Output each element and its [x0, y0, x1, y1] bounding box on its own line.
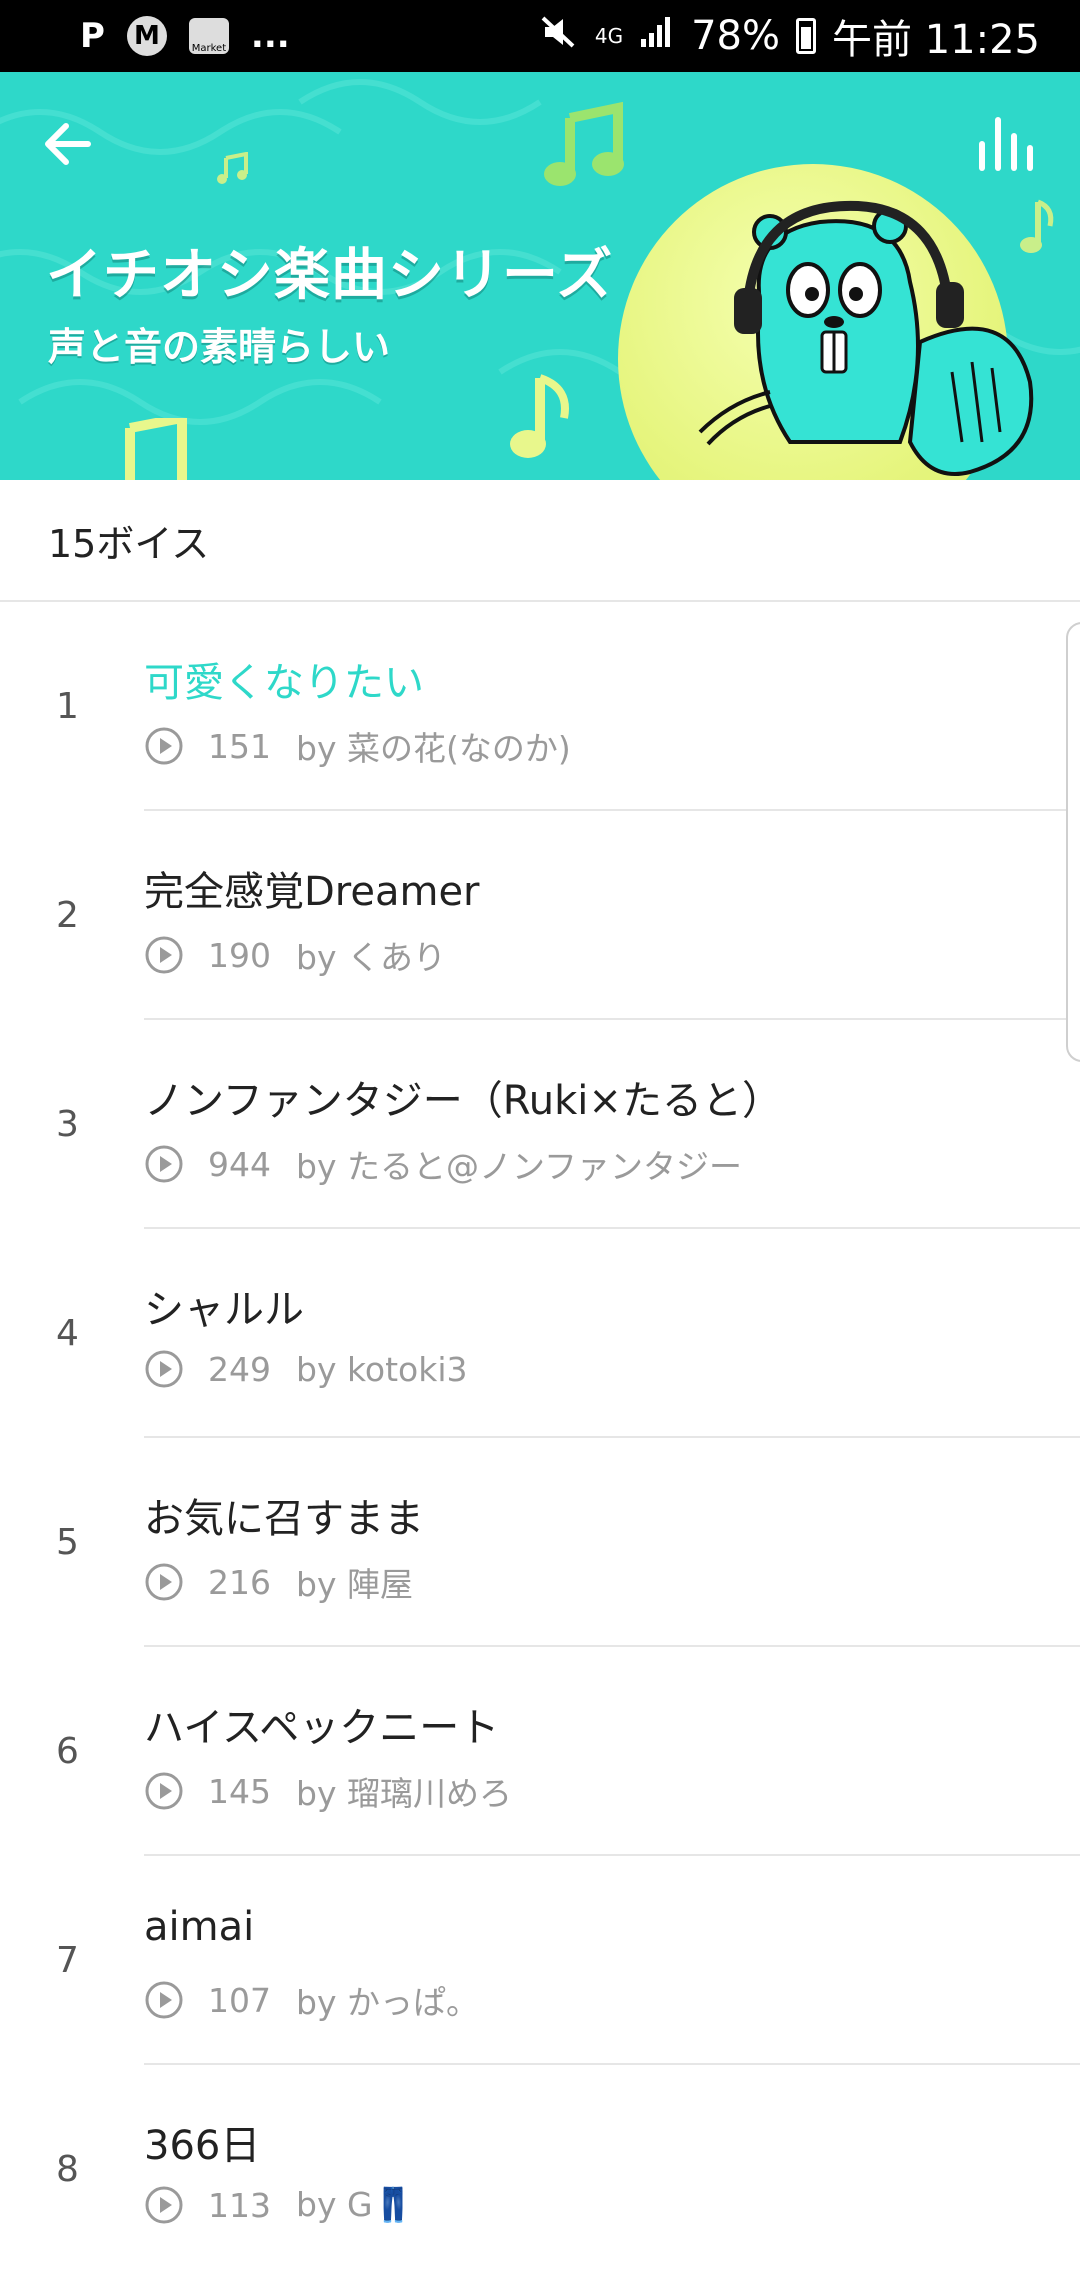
- play-count-icon: [145, 2186, 183, 2224]
- play-count-icon: [145, 1350, 183, 1388]
- play-count: 151: [208, 726, 271, 766]
- music-note-icon: [540, 101, 630, 196]
- track-meta: 151 by 菜の花(なのか): [144, 722, 571, 770]
- back-button[interactable]: [36, 112, 100, 176]
- play-count: 216: [208, 1562, 271, 1602]
- rank-number: 6: [56, 1731, 79, 1772]
- series-banner: イチオシ楽曲シリーズ 声と音の素晴らしい: [0, 72, 1080, 480]
- track-author: by kotoki3: [296, 1349, 468, 1389]
- track-meta: 944 by たると@ノンファンタジー: [144, 1140, 742, 1188]
- track-author: by くあり: [296, 938, 446, 977]
- rank-number: 4: [56, 1313, 79, 1354]
- clock: 午前 11:25: [832, 17, 1040, 63]
- play-count: 249: [208, 1349, 271, 1389]
- play-count-icon: [145, 1145, 183, 1183]
- list-item[interactable]: 7 aimai 107 by かっぱ。: [0, 1856, 1080, 2065]
- music-note-icon: [506, 372, 576, 466]
- track-author: by G👖: [296, 2185, 414, 2224]
- play-count-icon: [145, 727, 183, 765]
- track-title: 366日: [144, 2123, 261, 2169]
- status-bar: P M Market ... 4G 78% 午前 11:25: [0, 0, 1080, 72]
- overflow-notifications: ...: [250, 16, 290, 56]
- play-count: 107: [208, 1980, 271, 2020]
- status-notifications: P M Market ...: [80, 16, 290, 56]
- arrow-left-icon: [45, 123, 91, 165]
- scrollbar-handle[interactable]: [1066, 622, 1080, 1062]
- banner-subtitle: 声と音の素晴らしい: [48, 325, 391, 369]
- list-item[interactable]: 6 ハイスペックニート 145 by 瑠璃川めろ: [0, 1647, 1080, 1856]
- rank-number: 8: [56, 2149, 79, 2190]
- music-note-icon: [216, 151, 250, 190]
- play-count-icon: [145, 1563, 183, 1601]
- voice-count-header: 15ボイス: [0, 480, 1080, 602]
- market-icon: Market: [188, 18, 229, 54]
- track-title: お気に召すまま: [144, 1496, 424, 1542]
- squirrel-mascot-illustration: [698, 200, 1034, 476]
- p-app-icon: P: [80, 16, 105, 56]
- track-title: ノンファンタジー（Ruki×たると）: [144, 1078, 782, 1124]
- track-meta: 145 by 瑠璃川めろ: [144, 1767, 512, 1815]
- rank-number: 2: [56, 895, 79, 936]
- voice-list[interactable]: 1 可愛くなりたい 151 by 菜の花(なのか) 2 完全感覚Dreamer …: [0, 602, 1080, 2274]
- track-author: by 陣屋: [296, 1565, 413, 1604]
- list-item[interactable]: 5 お気に召すまま 216 by 陣屋: [0, 1438, 1080, 1647]
- play-count-icon: [145, 1981, 183, 2019]
- track-author: by かっぱ。: [296, 1983, 479, 2022]
- status-system: 4G 78% 午前 11:25: [539, 7, 1040, 65]
- track-meta: 113 by G👖: [144, 2185, 414, 2225]
- track-title: 完全感覚Dreamer: [144, 869, 480, 915]
- play-count: 944: [208, 1144, 271, 1184]
- play-count-icon: [145, 1772, 183, 1810]
- music-note-icon: [116, 411, 196, 480]
- mute-icon: [539, 12, 579, 61]
- rank-number: 3: [56, 1104, 79, 1145]
- battery-percent: 78%: [691, 13, 780, 59]
- track-author: by 瑠璃川めろ: [296, 1774, 512, 1813]
- m-app-icon: M: [126, 16, 167, 56]
- list-item[interactable]: 2 完全感覚Dreamer 190 by くあり: [0, 811, 1080, 1020]
- list-item[interactable]: 3 ノンファンタジー（Ruki×たると） 944 by たると@ノンファンタジー: [0, 1020, 1080, 1229]
- play-count: 190: [208, 935, 271, 975]
- play-count: 145: [208, 1771, 271, 1811]
- equalizer-button[interactable]: [972, 112, 1044, 176]
- play-count: 113: [208, 2185, 271, 2225]
- banner-title: イチオシ楽曲シリーズ: [46, 243, 614, 308]
- list-item[interactable]: 8 366日 113 by G👖: [0, 2065, 1080, 2274]
- track-meta: 190 by くあり: [144, 931, 446, 979]
- track-meta: 249 by kotoki3: [144, 1349, 468, 1389]
- track-title: ハイスペックニート: [144, 1705, 500, 1751]
- track-author: by たると@ノンファンタジー: [296, 1147, 742, 1186]
- track-meta: 107 by かっぱ。: [144, 1976, 479, 2024]
- signal-icon: [639, 13, 675, 59]
- play-count-icon: [145, 936, 183, 974]
- track-author: by 菜の花(なのか): [296, 729, 571, 768]
- list-item[interactable]: 4 シャルル 249 by kotoki3: [0, 1229, 1080, 1438]
- rank-number: 5: [56, 1522, 79, 1563]
- track-title: 可愛くなりたい: [144, 660, 424, 706]
- voice-count: 15ボイス: [48, 521, 210, 566]
- rank-number: 1: [56, 686, 79, 727]
- list-item[interactable]: 1 可愛くなりたい 151 by 菜の花(なのか): [0, 602, 1080, 811]
- equalizer-icon: [979, 117, 1033, 171]
- network-type: 4G: [594, 24, 624, 48]
- track-title: aimai: [144, 1904, 255, 1950]
- track-title: シャルル: [144, 1287, 304, 1333]
- rank-number: 7: [56, 1940, 79, 1981]
- battery-icon: [796, 18, 816, 54]
- track-meta: 216 by 陣屋: [144, 1558, 413, 1606]
